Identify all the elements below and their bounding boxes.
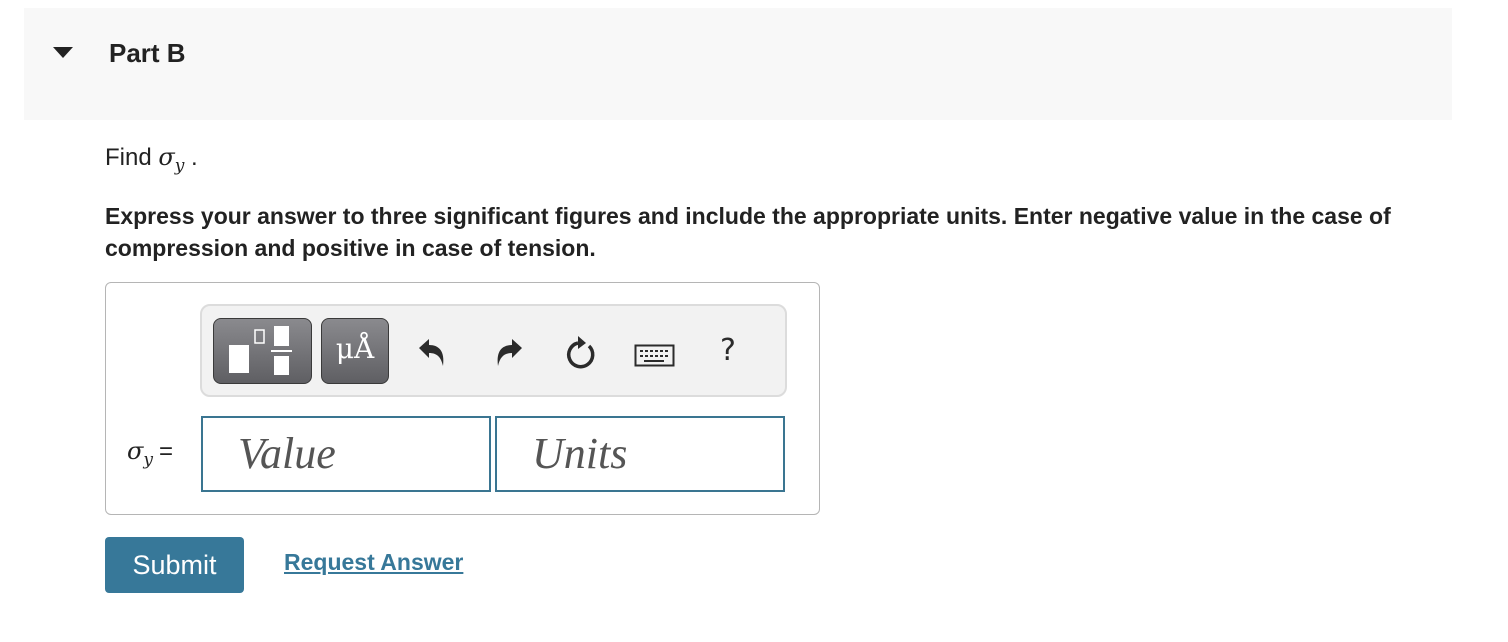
units-input[interactable]: Units xyxy=(495,416,785,492)
symbol: σ xyxy=(158,143,175,171)
submit-button[interactable]: Submit xyxy=(105,537,244,593)
math-toolbar: μÅ ? xyxy=(200,304,787,397)
redo-icon[interactable] xyxy=(492,336,526,370)
equals-sign: = xyxy=(159,438,174,465)
answer-label: σy = xyxy=(127,437,173,470)
request-answer-link[interactable]: Request Answer xyxy=(284,549,463,576)
part-title[interactable]: Part B xyxy=(109,38,186,69)
prompt-prefix: Find xyxy=(105,144,159,171)
value-placeholder: Value xyxy=(238,429,336,478)
units-icon: μÅ xyxy=(335,332,375,365)
instructions: Express your answer to three significant… xyxy=(105,203,1391,261)
question-prompt: Find σy . xyxy=(105,143,198,176)
units-placeholder: Units xyxy=(532,429,628,478)
reset-icon[interactable] xyxy=(564,334,600,372)
symbol: σ xyxy=(127,437,144,465)
templates-button[interactable] xyxy=(213,318,312,384)
undo-icon[interactable] xyxy=(415,336,449,370)
answer-symbol: σy xyxy=(127,437,153,470)
subscript: y xyxy=(143,450,153,470)
caret-down-icon[interactable] xyxy=(53,47,73,58)
value-input[interactable]: Value xyxy=(201,416,491,492)
help-icon[interactable]: ? xyxy=(720,333,736,368)
keyboard-icon[interactable] xyxy=(634,344,676,368)
prompt-suffix: . xyxy=(184,144,198,171)
units-button[interactable]: μÅ xyxy=(321,318,389,384)
sigma-symbol: σy xyxy=(158,143,184,176)
subscript: y xyxy=(174,156,185,176)
fraction-template-icon xyxy=(229,326,292,375)
part-header xyxy=(24,8,1452,120)
